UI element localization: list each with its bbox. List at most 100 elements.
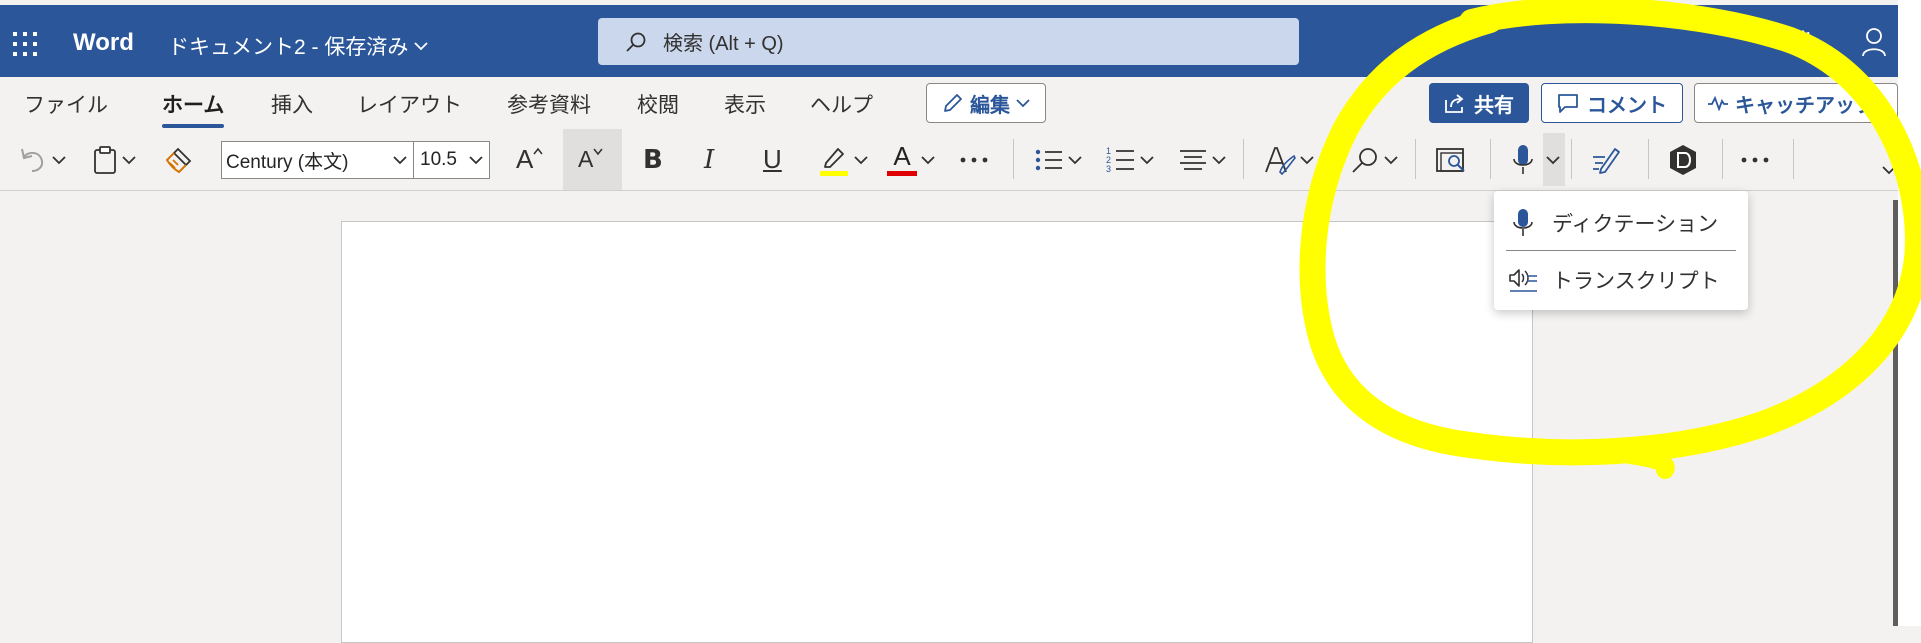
- tab-view[interactable]: 表示: [724, 89, 766, 119]
- tab-insert[interactable]: 挿入: [271, 89, 313, 119]
- font-color-letter: A: [893, 141, 911, 171]
- menu-item-label: トランスクリプト: [1552, 270, 1720, 293]
- font-size-combobox[interactable]: 10.5: [414, 142, 489, 178]
- dictate-dropdown-button[interactable]: [1546, 129, 1560, 190]
- more-options-icon: [1741, 157, 1769, 163]
- chevron-down-icon[interactable]: [1300, 155, 1314, 165]
- grow-font-button[interactable]: A: [516, 129, 543, 190]
- search-icon: [625, 31, 647, 53]
- tab-help[interactable]: ヘルプ: [810, 89, 873, 119]
- styles-button[interactable]: [1264, 129, 1314, 190]
- dictate-menu: ディクテーション トランスクリプト: [1494, 191, 1748, 310]
- comment-icon: [1557, 92, 1579, 114]
- document-title[interactable]: ドキュメント2 - 保存済み: [168, 31, 428, 61]
- ribbon-divider: [1490, 139, 1491, 179]
- editor-button[interactable]: [1591, 129, 1623, 190]
- more-font-options-button[interactable]: [960, 129, 988, 190]
- share-button[interactable]: 共有: [1429, 83, 1529, 123]
- ribbon-tabs: ファイル ホーム 挿入 レイアウト 参考資料 校閲 表示 ヘルプ 編集 共有 コ…: [0, 77, 1898, 129]
- chevron-down-icon[interactable]: [921, 155, 935, 165]
- numbered-list-icon: 123: [1106, 145, 1136, 175]
- highlight-color-button[interactable]: [818, 129, 868, 190]
- font-name-value: Century (本文): [226, 151, 349, 173]
- microphone-icon: [1510, 143, 1536, 177]
- search-box[interactable]: 検索 (Alt + Q): [598, 18, 1299, 65]
- chevron-down-icon: [469, 155, 483, 165]
- font-name-combobox[interactable]: Century (本文): [222, 142, 414, 178]
- ribbon-divider: [1571, 139, 1572, 179]
- chevron-down-icon[interactable]: [122, 155, 136, 165]
- app-name[interactable]: Word: [73, 29, 134, 57]
- tab-review[interactable]: 校閲: [637, 89, 679, 119]
- undo-button[interactable]: [18, 129, 66, 190]
- font-color-swatch: [887, 171, 917, 176]
- bold-button[interactable]: B: [643, 129, 663, 190]
- ribbon-divider: [1648, 139, 1649, 179]
- tab-home[interactable]: ホーム: [162, 89, 225, 128]
- underline-button[interactable]: U: [763, 129, 782, 190]
- chevron-down-icon: [1016, 98, 1030, 108]
- share-label: 共有: [1474, 94, 1514, 117]
- editing-mode-button[interactable]: 編集: [926, 83, 1046, 123]
- menu-divider: [1506, 250, 1736, 251]
- chevron-down-icon[interactable]: [1212, 155, 1226, 165]
- account-icon[interactable]: [1861, 27, 1887, 57]
- numbering-button[interactable]: 123: [1106, 129, 1154, 190]
- home-ribbon: Century (本文) 10.5 A A B I U A 1 2 3: [0, 129, 1898, 190]
- dictate-button[interactable]: [1510, 129, 1536, 190]
- bullet-list-icon: [1034, 147, 1064, 173]
- settings-gear-icon[interactable]: [1790, 29, 1816, 55]
- ribbon-divider: [1013, 139, 1014, 179]
- ribbon-divider: [1243, 139, 1244, 179]
- find-button[interactable]: [1350, 129, 1398, 190]
- bold-icon: B: [643, 144, 663, 175]
- italic-icon: I: [704, 144, 715, 175]
- chevron-down-icon[interactable]: [1140, 155, 1154, 165]
- microphone-icon: [1508, 208, 1538, 238]
- ribbon-divider: [1722, 139, 1723, 179]
- more-commands-button[interactable]: [1741, 129, 1769, 190]
- share-icon: [1444, 92, 1466, 114]
- menu-item-transcribe[interactable]: トランスクリプト: [1494, 252, 1748, 308]
- underline-icon: U: [763, 144, 782, 174]
- paintbrush-icon: [164, 145, 194, 175]
- menu-item-dictation[interactable]: ディクテーション: [1494, 195, 1748, 251]
- pencil-icon: [942, 92, 964, 114]
- chevron-down-icon[interactable]: [1068, 155, 1082, 165]
- tab-references[interactable]: 参考資料: [507, 89, 591, 119]
- search-placeholder: 検索 (Alt + Q): [663, 33, 784, 55]
- catch-up-button[interactable]: キャッチアップ: [1694, 83, 1898, 123]
- page-search-icon: [1435, 145, 1467, 175]
- document-title-text: ドキュメント2 - 保存済み: [168, 36, 409, 59]
- chevron-down-icon[interactable]: [854, 155, 868, 165]
- tab-layout[interactable]: レイアウト: [357, 89, 462, 119]
- svg-text:3: 3: [1106, 164, 1111, 174]
- chevron-down-icon: [1882, 165, 1896, 175]
- more-options-icon: [960, 157, 988, 163]
- paste-button[interactable]: [92, 129, 136, 190]
- editor-pen-icon: [1591, 145, 1623, 175]
- font-color-button[interactable]: A: [887, 129, 935, 190]
- bullets-button[interactable]: [1034, 129, 1082, 190]
- editing-mode-label: 編集: [970, 94, 1010, 117]
- chevron-down-icon: [1546, 155, 1560, 165]
- italic-button[interactable]: I: [704, 129, 714, 190]
- search-icon: [1350, 145, 1380, 175]
- immersive-reader-button[interactable]: [1435, 129, 1467, 190]
- tab-file[interactable]: ファイル: [24, 89, 108, 119]
- document-page[interactable]: [341, 221, 1533, 643]
- font-size-value: 10.5: [420, 149, 457, 170]
- ribbon-divider: [1327, 139, 1328, 179]
- shrink-font-button[interactable]: A: [578, 129, 603, 190]
- font-color-icon: A: [887, 143, 917, 176]
- chevron-down-icon[interactable]: [1384, 155, 1398, 165]
- app-launcher-icon[interactable]: [12, 31, 38, 57]
- sensitivity-button[interactable]: [1668, 129, 1698, 190]
- sensitivity-shield-icon: [1668, 144, 1698, 176]
- paragraph-align-button[interactable]: [1178, 129, 1226, 190]
- chevron-down-icon: [414, 41, 428, 51]
- comments-button[interactable]: コメント: [1541, 83, 1683, 123]
- font-picker-group: Century (本文) 10.5: [221, 141, 490, 179]
- chevron-down-icon[interactable]: [52, 155, 66, 165]
- format-painter-button[interactable]: [164, 129, 194, 190]
